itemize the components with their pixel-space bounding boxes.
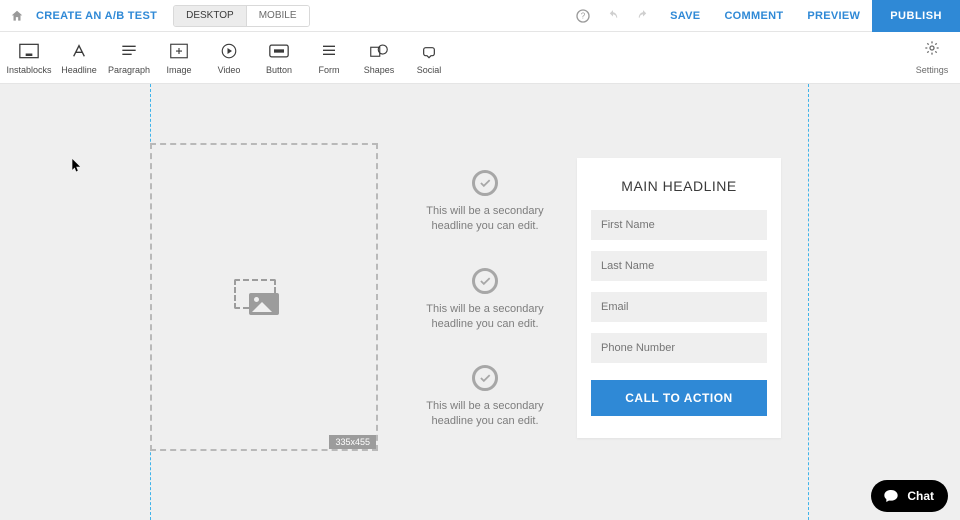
checklist-item[interactable]: This will be a secondary headline you ca… — [405, 268, 565, 332]
save-button[interactable]: SAVE — [658, 0, 712, 32]
home-icon[interactable] — [4, 9, 30, 23]
tool-label: Instablocks — [6, 65, 51, 75]
comment-button[interactable]: COMMENT — [712, 0, 795, 32]
checklist: This will be a secondary headline you ca… — [405, 170, 565, 429]
paragraph-icon — [121, 41, 137, 61]
tool-button[interactable]: Button — [254, 41, 304, 75]
checklist-text: This will be a secondary headline you ca… — [405, 399, 565, 429]
settings-button[interactable]: Settings — [908, 40, 956, 75]
checklist-item[interactable]: This will be a secondary headline you ca… — [405, 365, 565, 429]
undo-icon — [598, 8, 628, 24]
image-icon — [170, 41, 188, 61]
button-icon — [269, 41, 289, 61]
canvas-content: 335x455 This will be a secondary headlin… — [150, 84, 808, 520]
toolbar: Instablocks Headline Paragraph Image Vid… — [0, 32, 960, 84]
checklist-text: This will be a secondary headline you ca… — [405, 302, 565, 332]
tool-form[interactable]: Form — [304, 41, 354, 75]
svg-text:?: ? — [581, 11, 586, 20]
tool-label: Shapes — [364, 65, 395, 75]
tool-label: Paragraph — [108, 65, 150, 75]
tool-label: Form — [319, 65, 340, 75]
video-icon — [220, 41, 238, 61]
settings-label: Settings — [916, 65, 949, 75]
tool-label: Video — [218, 65, 241, 75]
tool-label: Social — [417, 65, 442, 75]
email-field[interactable] — [591, 292, 767, 322]
checklist-text: This will be a secondary headline you ca… — [405, 204, 565, 234]
tool-label: Headline — [61, 65, 97, 75]
image-placeholder-dims: 335x455 — [329, 435, 376, 449]
image-placeholder-icon — [249, 279, 279, 315]
canvas[interactable]: 335x455 This will be a secondary headlin… — [0, 84, 960, 520]
gear-icon — [924, 40, 940, 61]
shapes-icon — [370, 41, 388, 61]
cursor-icon — [72, 159, 82, 173]
tool-video[interactable]: Video — [204, 41, 254, 75]
cta-button[interactable]: CALL TO ACTION — [591, 380, 767, 416]
device-mobile[interactable]: MOBILE — [246, 6, 309, 26]
help-icon[interactable]: ? — [568, 8, 598, 24]
form-card: MAIN HEADLINE CALL TO ACTION — [577, 158, 781, 438]
chat-label: Chat — [907, 489, 934, 503]
chat-icon — [883, 488, 899, 504]
headline-icon — [71, 41, 87, 61]
phone-field[interactable] — [591, 333, 767, 363]
form-headline[interactable]: MAIN HEADLINE — [591, 178, 767, 194]
create-ab-test-link[interactable]: CREATE AN A/B TEST — [30, 10, 163, 22]
checklist-item[interactable]: This will be a secondary headline you ca… — [405, 170, 565, 234]
image-placeholder[interactable]: 335x455 — [150, 143, 378, 451]
form-icon — [321, 41, 337, 61]
chat-button[interactable]: Chat — [871, 480, 948, 512]
tool-label: Image — [166, 65, 191, 75]
last-name-field[interactable] — [591, 251, 767, 281]
tool-social[interactable]: Social — [404, 41, 454, 75]
tool-instablocks[interactable]: Instablocks — [4, 41, 54, 75]
preview-button[interactable]: PREVIEW — [795, 0, 872, 32]
device-toggle: DESKTOP MOBILE — [173, 5, 309, 27]
check-icon — [472, 170, 498, 196]
guide-right — [808, 84, 809, 520]
topbar: CREATE AN A/B TEST DESKTOP MOBILE ? SAVE… — [0, 0, 960, 32]
check-icon — [472, 365, 498, 391]
social-icon — [421, 41, 437, 61]
tool-shapes[interactable]: Shapes — [354, 41, 404, 75]
device-desktop[interactable]: DESKTOP — [174, 6, 246, 26]
tool-label: Button — [266, 65, 292, 75]
instablocks-icon — [19, 41, 39, 61]
publish-button[interactable]: PUBLISH — [872, 0, 960, 32]
redo-icon — [628, 8, 658, 24]
tool-headline[interactable]: Headline — [54, 41, 104, 75]
tool-image[interactable]: Image — [154, 41, 204, 75]
tool-paragraph[interactable]: Paragraph — [104, 41, 154, 75]
first-name-field[interactable] — [591, 210, 767, 240]
check-icon — [472, 268, 498, 294]
